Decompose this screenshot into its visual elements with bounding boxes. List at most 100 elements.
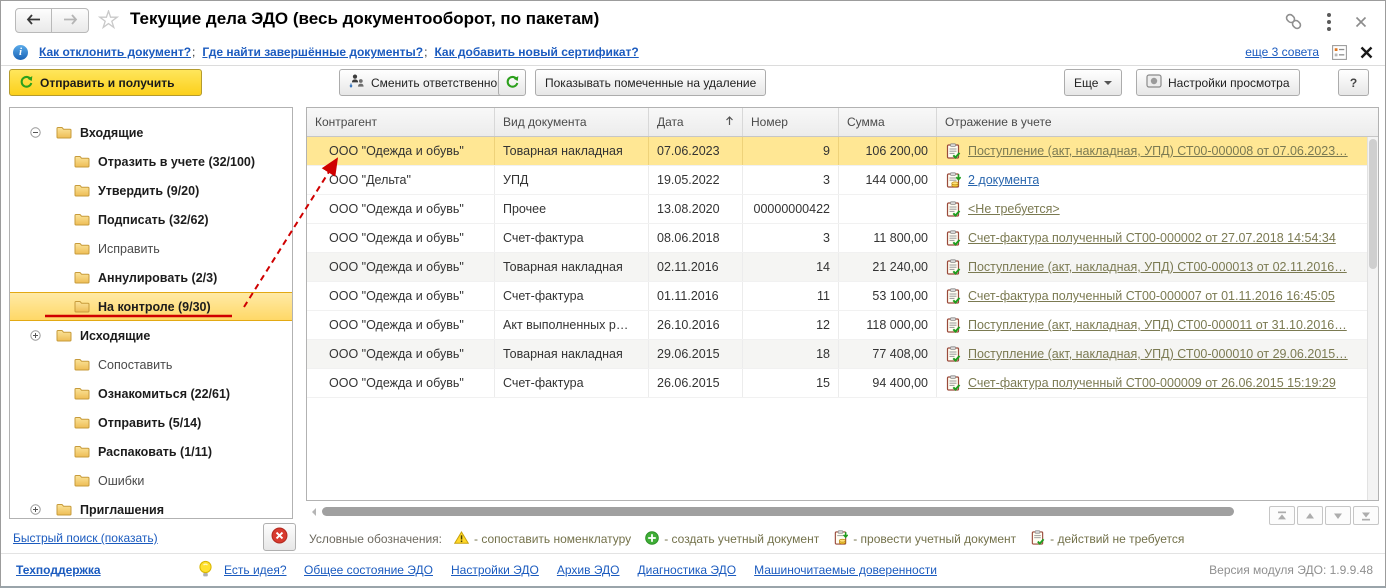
- vertical-scrollbar[interactable]: [1367, 137, 1378, 500]
- tree-item[interactable]: Аннулировать (2/3): [10, 263, 292, 292]
- horizontal-scrollbar[interactable]: [306, 505, 1266, 518]
- version-label: Версия модуля ЭДО: 1.9.9.48: [1209, 563, 1373, 577]
- reflection-link[interactable]: Поступление (акт, накладная, УПД) СТ00-0…: [968, 340, 1348, 368]
- tree-item[interactable]: Входящие: [10, 118, 292, 147]
- collapse-icon[interactable]: [30, 127, 41, 138]
- tree-item[interactable]: Сопоставить: [10, 350, 292, 379]
- table-row[interactable]: ООО "Одежда и обувь" Счет-фактура 08.06.…: [307, 224, 1378, 253]
- reflection-link[interactable]: Счет-фактура полученный СТ00-000007 от 0…: [968, 282, 1335, 310]
- footer-link[interactable]: Архив ЭДО: [557, 563, 620, 577]
- go-down-button[interactable]: [1325, 506, 1351, 525]
- horizontal-scrollbar-thumb[interactable]: [322, 507, 1234, 516]
- go-up-button[interactable]: [1297, 506, 1323, 525]
- refresh-icon: [505, 74, 520, 92]
- legend-item: - сопоставить номенклатуру: [453, 531, 631, 547]
- quick-search-link[interactable]: Быстрый поиск (показать): [13, 531, 158, 545]
- go-first-button[interactable]: [1269, 506, 1295, 525]
- tree-item[interactable]: На контроле (9/30): [10, 292, 292, 321]
- cell-doc-type: Товарная накладная: [495, 137, 649, 165]
- column-header-date[interactable]: Дата: [649, 108, 743, 136]
- tree-item[interactable]: Отразить в учете (32/100): [10, 147, 292, 176]
- change-responsible-button[interactable]: Сменить ответственного: [339, 69, 518, 96]
- footer-bar: Техподдержка Есть идея? Общее состояние …: [1, 553, 1385, 586]
- column-header-contractor[interactable]: Контрагент: [307, 108, 495, 136]
- tree-item[interactable]: Ошибки: [10, 466, 292, 495]
- tip-link[interactable]: Как отклонить документ?: [39, 45, 191, 59]
- column-header-number[interactable]: Номер: [743, 108, 839, 136]
- expand-icon[interactable]: [30, 330, 41, 341]
- reflection-link[interactable]: Счет-фактура полученный СТ00-000009 от 2…: [968, 369, 1336, 397]
- reflection-link[interactable]: Счет-фактура полученный СТ00-000002 от 2…: [968, 224, 1336, 252]
- title-actions: [1284, 11, 1367, 32]
- idea-link[interactable]: Есть идея?: [224, 563, 287, 577]
- cell-doc-type: Счет-фактура: [495, 369, 649, 397]
- tree-item[interactable]: Подписать (32/62): [10, 205, 292, 234]
- tree-item[interactable]: Утвердить (9/20): [10, 176, 292, 205]
- refresh-list-button[interactable]: [498, 69, 526, 96]
- table-row[interactable]: ООО "Одежда и обувь" Счет-фактура 01.11.…: [307, 282, 1378, 311]
- table-row[interactable]: ООО "Одежда и обувь" Акт выполненных р… …: [307, 311, 1378, 340]
- tree-item[interactable]: Ознакомиться (22/61): [10, 379, 292, 408]
- tree-item[interactable]: Исправить: [10, 234, 292, 263]
- expand-icon[interactable]: [30, 504, 41, 515]
- reflection-link[interactable]: <Не требуется>: [968, 195, 1060, 223]
- tips-list-icon[interactable]: [1331, 44, 1348, 61]
- clear-search-button[interactable]: [263, 523, 296, 551]
- help-label: ?: [1349, 75, 1358, 90]
- cell-date: 19.05.2022: [649, 166, 743, 194]
- close-tips-icon[interactable]: [1360, 46, 1373, 59]
- legend-label: Условные обозначения:: [309, 532, 442, 546]
- cell-reflection: Поступление (акт, накладная, УПД) СТ00-0…: [937, 137, 1378, 165]
- get-link-icon[interactable]: [1284, 12, 1303, 31]
- footer-link[interactable]: Общее состояние ЭДО: [304, 563, 433, 577]
- footer-link[interactable]: Диагностика ЭДО: [638, 563, 737, 577]
- reflection-link[interactable]: 2 документа: [968, 166, 1039, 194]
- cell-contractor: ООО "Одежда и обувь": [307, 282, 495, 310]
- footer-link[interactable]: Настройки ЭДО: [451, 563, 539, 577]
- tip-link[interactable]: Где найти завершённые документы?: [202, 45, 423, 59]
- reflection-link[interactable]: Поступление (акт, накладная, УПД) СТ00-0…: [968, 253, 1347, 281]
- table-row[interactable]: ООО "Одежда и обувь" Прочее 13.08.2020 0…: [307, 195, 1378, 224]
- show-marked-button[interactable]: Показывать помеченные на удаление: [535, 69, 767, 96]
- tree-item[interactable]: Исходящие: [10, 321, 292, 350]
- vertical-scrollbar-thumb[interactable]: [1369, 139, 1377, 269]
- column-header-reflection[interactable]: Отражение в учете: [937, 108, 1378, 136]
- table-row[interactable]: ООО "Дельта" УПД 19.05.2022 3 144 000,00…: [307, 166, 1378, 195]
- refresh-icon: [19, 74, 34, 92]
- tree-item[interactable]: Отправить (5/14): [10, 408, 292, 437]
- folder-icon: [74, 271, 90, 284]
- table-row[interactable]: ООО "Одежда и обувь" Товарная накладная …: [307, 137, 1378, 166]
- kebab-menu-icon[interactable]: [1327, 11, 1331, 32]
- go-last-button[interactable]: [1353, 506, 1379, 525]
- display-icon: [1146, 74, 1162, 91]
- more-tips-link[interactable]: еще 3 совета: [1245, 45, 1319, 59]
- table-row[interactable]: ООО "Одежда и обувь" Счет-фактура 26.06.…: [307, 369, 1378, 398]
- cell-contractor: ООО "Одежда и обувь": [307, 195, 495, 223]
- reflection-link[interactable]: Поступление (акт, накладная, УПД) СТ00-0…: [968, 311, 1347, 339]
- view-settings-button[interactable]: Настройки просмотра: [1136, 69, 1300, 96]
- send-receive-button[interactable]: Отправить и получить: [9, 69, 202, 96]
- tip-link[interactable]: Как добавить новый сертификат?: [434, 45, 638, 59]
- column-header-doc-type[interactable]: Вид документа: [495, 108, 649, 136]
- favorite-star-icon[interactable]: [97, 8, 120, 33]
- table-row[interactable]: ООО "Одежда и обувь" Товарная накладная …: [307, 253, 1378, 282]
- cell-amount: 106 200,00: [839, 137, 937, 165]
- back-button[interactable]: [15, 8, 52, 33]
- help-button[interactable]: ?: [1338, 69, 1369, 96]
- row-navigation: [1269, 506, 1379, 525]
- cell-amount: 144 000,00: [839, 166, 937, 194]
- tree-item-label: Приглашения: [80, 502, 164, 517]
- folder-icon: [74, 358, 90, 371]
- forward-button[interactable]: [52, 8, 89, 33]
- reflection-link[interactable]: Поступление (акт, накладная, УПД) СТ00-0…: [968, 137, 1348, 165]
- table-row[interactable]: ООО "Одежда и обувь" Товарная накладная …: [307, 340, 1378, 369]
- folder-icon: [74, 213, 90, 226]
- more-button[interactable]: Еще: [1064, 69, 1123, 96]
- close-window-icon[interactable]: [1355, 16, 1367, 28]
- tree-item[interactable]: Распаковать (1/11): [10, 437, 292, 466]
- footer-link[interactable]: Машиночитаемые доверенности: [754, 563, 937, 577]
- scroll-left-icon[interactable]: [308, 508, 316, 516]
- tree-item[interactable]: Приглашения: [10, 495, 292, 518]
- support-link[interactable]: Техподдержка: [16, 563, 101, 577]
- column-header-amount[interactable]: Сумма: [839, 108, 937, 136]
